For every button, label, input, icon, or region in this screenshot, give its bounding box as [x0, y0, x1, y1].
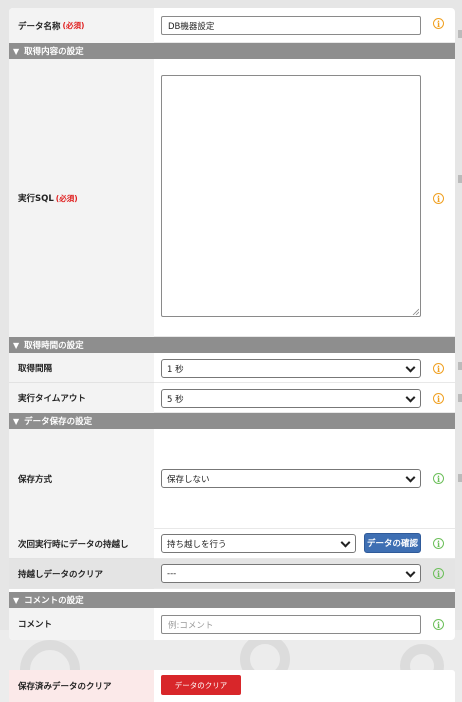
section-comment-header[interactable]: ▼ コメントの設定: [9, 592, 455, 608]
row-data-name: データ名称 (必須) DB機器設定 i: [9, 8, 455, 43]
info-icon[interactable]: i: [433, 393, 444, 404]
carry-clear-select-value: ---: [167, 568, 177, 579]
carry-clear-label-text: 持越しデータのクリア: [18, 570, 104, 580]
carry-clear-select[interactable]: ---: [161, 564, 421, 583]
row-interval: 取得間隔 1 秒 i: [9, 353, 455, 383]
collapse-arrow-icon: ▼: [13, 595, 20, 605]
comment-label: コメント: [9, 608, 154, 640]
chevron-down-icon: [405, 472, 416, 483]
timeout-label-text: 実行タイムアウト: [18, 394, 86, 404]
info-icon[interactable]: i: [433, 568, 444, 579]
interval-label-text: 取得間隔: [18, 363, 53, 374]
required-mark: (必須): [62, 21, 85, 30]
saved-data-clear-label-text: 保存済みデータのクリア: [18, 682, 112, 692]
save-method-field-cell: 保存しない i: [154, 429, 455, 529]
side-tab: [458, 30, 462, 38]
section-storage-header[interactable]: ▼ データ保存の設定: [9, 413, 455, 429]
info-icon[interactable]: i: [433, 473, 444, 484]
chevron-down-icon: [340, 537, 351, 548]
confirm-data-button[interactable]: データの確認: [364, 533, 421, 553]
timeout-label: 実行タイムアウト: [9, 383, 154, 413]
timeout-select-value: 5 秒: [167, 394, 184, 405]
info-icon[interactable]: i: [433, 619, 444, 630]
clear-data-button[interactable]: データのクリア: [161, 675, 241, 695]
row-sql: 実行SQL (必須) i: [9, 59, 455, 337]
row-timeout: 実行タイムアウト 5 秒 i: [9, 383, 455, 413]
comment-input[interactable]: 例:コメント: [161, 615, 421, 634]
collapse-arrow-icon: ▼: [13, 416, 20, 426]
side-tab: [458, 474, 462, 482]
chevron-down-icon: [405, 567, 416, 578]
carry-clear-field-cell: --- i: [154, 559, 455, 589]
section-timing-title: 取得時間の設定: [24, 341, 84, 351]
interval-field-cell: 1 秒 i: [154, 353, 455, 383]
collapse-arrow-icon: ▼: [13, 340, 20, 350]
required-mark: (必須): [55, 193, 78, 203]
info-icon[interactable]: i: [433, 363, 444, 374]
side-tab: [458, 175, 462, 183]
side-tab: [458, 362, 462, 370]
save-method-select-value: 保存しない: [167, 474, 210, 485]
settings-form: データ名称 (必須) DB機器設定 i ▼ 取得内容の設定 実行SQL (必須)…: [9, 8, 455, 640]
sql-label-text: 実行SQL: [18, 194, 54, 204]
comment-label-text: コメント: [18, 620, 53, 630]
save-method-select[interactable]: 保存しない: [161, 469, 421, 488]
carry-over-label: 次回実行時にデータの持越し: [9, 529, 154, 559]
section-storage-title: データ保存の設定: [24, 417, 93, 427]
data-name-field-cell: DB機器設定 i: [154, 8, 455, 43]
section-acquisition-title: 取得内容の設定: [24, 47, 84, 57]
save-method-label: 保存方式: [9, 429, 154, 529]
timeout-select[interactable]: 5 秒: [161, 389, 421, 408]
info-icon[interactable]: i: [433, 18, 444, 29]
comment-field-cell: 例:コメント i: [154, 608, 455, 640]
section-timing-header[interactable]: ▼ 取得時間の設定: [9, 337, 455, 353]
row-save-method: 保存方式 保存しない i: [9, 429, 455, 529]
section-comment-title: コメントの設定: [24, 596, 84, 606]
chevron-down-icon: [405, 392, 416, 403]
carry-over-select-value: 持ち越しを行う: [167, 539, 227, 550]
interval-select[interactable]: 1 秒: [161, 359, 421, 378]
carry-over-select[interactable]: 持ち越しを行う: [161, 534, 356, 553]
collapse-arrow-icon: ▼: [13, 46, 20, 56]
save-method-label-text: 保存方式: [18, 475, 53, 485]
interval-label: 取得間隔: [9, 353, 154, 383]
saved-data-clear-label: 保存済みデータのクリア: [9, 670, 154, 702]
data-name-input[interactable]: DB機器設定: [161, 16, 421, 35]
sql-field-cell: i: [154, 59, 455, 337]
side-tab: [458, 394, 462, 402]
carry-clear-label: 持越しデータのクリア: [9, 559, 154, 589]
timeout-field-cell: 5 秒 i: [154, 383, 455, 413]
row-carry-clear: 持越しデータのクリア --- i: [9, 559, 455, 589]
sql-label: 実行SQL (必須): [9, 59, 154, 337]
data-name-label-text: データ名称: [18, 21, 61, 32]
interval-select-value: 1 秒: [167, 364, 184, 375]
row-carry-over: 次回実行時にデータの持越し 持ち越しを行う データの確認 i: [9, 529, 455, 559]
carry-over-label-text: 次回実行時にデータの持越し: [18, 539, 129, 550]
carry-over-field-cell: 持ち越しを行う データの確認 i: [154, 529, 455, 559]
info-icon[interactable]: i: [433, 193, 444, 204]
section-acquisition-header[interactable]: ▼ 取得内容の設定: [9, 43, 455, 59]
data-name-label: データ名称 (必須): [9, 8, 154, 43]
chevron-down-icon: [405, 362, 416, 373]
row-comment: コメント 例:コメント i: [9, 608, 455, 640]
resize-grip-icon[interactable]: [411, 307, 419, 315]
sql-textarea[interactable]: [161, 75, 421, 317]
saved-data-clear-row: 保存済みデータのクリア データのクリア: [9, 670, 455, 702]
info-icon[interactable]: i: [433, 538, 444, 549]
